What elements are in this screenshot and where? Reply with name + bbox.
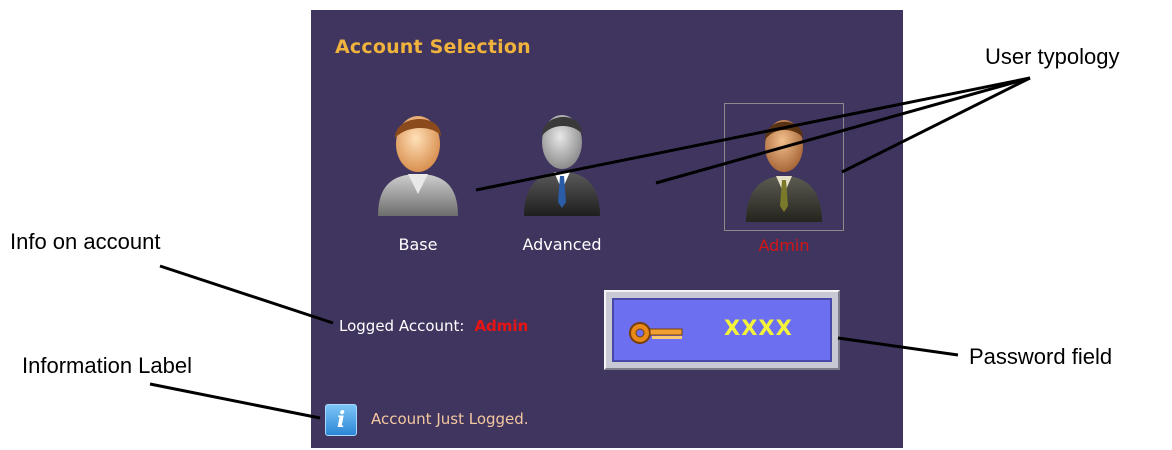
information-label: Account Just Logged. (371, 410, 529, 428)
annotation-info-on-account: Info on account (10, 229, 161, 254)
user-label-base: Base (398, 235, 438, 254)
user-option-admin[interactable]: Admin (724, 103, 844, 255)
annotation-user-typology: User typology (985, 44, 1120, 69)
pointer-line-information-label (149, 382, 321, 420)
advanced-user-icon (524, 115, 600, 216)
pointer-line-info-on-account (159, 264, 334, 325)
annotation-information-label: Information Label (22, 353, 192, 378)
password-field-inner[interactable]: XXXX (612, 298, 832, 362)
annotation-password-field: Password field (969, 344, 1113, 369)
base-user-icon (378, 116, 458, 216)
logged-account-value: Admin (474, 317, 529, 335)
user-label-advanced: Advanced (522, 235, 602, 254)
info-icon: i (325, 404, 357, 436)
admin-user-icon (746, 120, 822, 222)
user-option-advanced[interactable]: Advanced (502, 98, 622, 268)
user-option-base[interactable]: Base (358, 98, 478, 268)
password-field[interactable]: XXXX (604, 290, 840, 370)
password-value: XXXX (724, 316, 793, 340)
panel-title: Account Selection (335, 36, 531, 58)
user-label-admin: Admin (758, 236, 810, 255)
logged-account-label: Logged Account: (339, 317, 465, 335)
key-icon (629, 322, 683, 344)
account-selection-panel: Account Selection Base Advanced Admin Lo… (311, 10, 903, 448)
logged-account-info: Logged Account: Admin (339, 317, 528, 335)
